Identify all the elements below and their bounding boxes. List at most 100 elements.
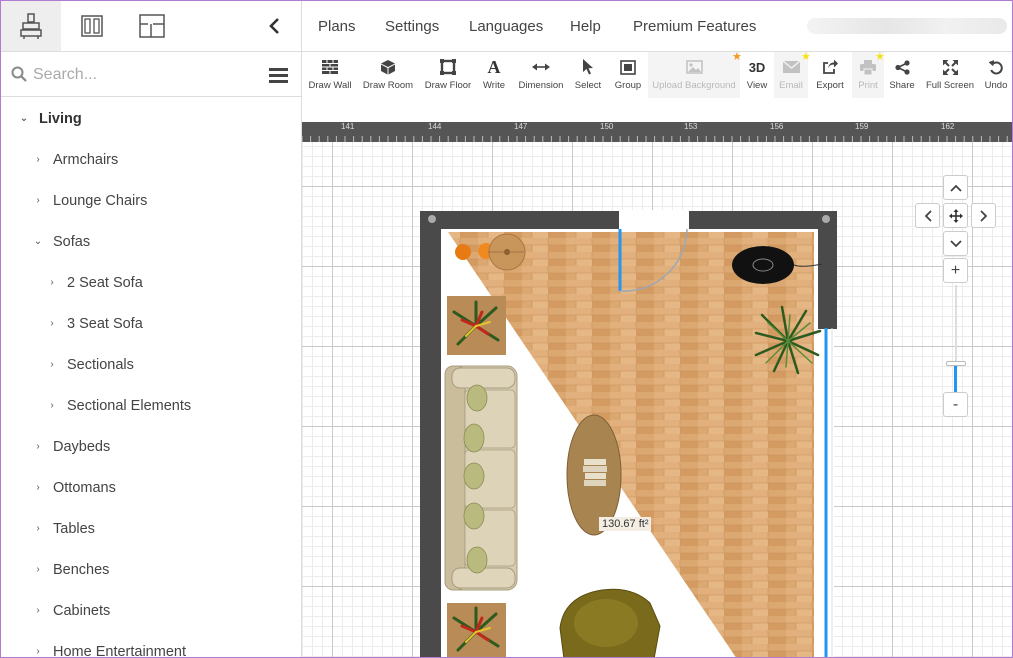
- dimension-icon: [532, 63, 550, 71]
- zoom-out-button[interactable]: -: [943, 392, 968, 417]
- floorplan-canvas[interactable]: 141 144 147 150 153 156 159 162 130.67 f…: [302, 98, 1012, 658]
- zoom-slider-handle[interactable]: [946, 361, 966, 366]
- planter-bottom[interactable]: [447, 603, 506, 658]
- search-input[interactable]: [33, 62, 253, 88]
- category-label: 3 Seat Sofa: [67, 315, 143, 332]
- menu-premium-features[interactable]: Premium Features: [633, 1, 756, 52]
- planter-top[interactable]: [447, 296, 506, 355]
- 3d-view-button[interactable]: 3D View: [742, 52, 772, 98]
- category-sofas[interactable]: ⌄ Sofas: [31, 221, 90, 262]
- menu-settings[interactable]: Settings: [385, 1, 439, 52]
- zoom-slider-fill: [954, 365, 957, 392]
- chevron-right-icon: ›: [36, 195, 40, 206]
- chevron-up-icon: [949, 184, 962, 192]
- category-home-entertainment[interactable]: › Home Entertainment: [31, 631, 186, 658]
- pan-left-button[interactable]: [915, 203, 940, 228]
- full-screen-button[interactable]: Full Screen: [926, 52, 974, 98]
- menu-languages[interactable]: Languages: [469, 1, 543, 52]
- group-icon: [620, 59, 636, 75]
- tool-label: Undo: [984, 80, 1008, 91]
- right-wall[interactable]: [818, 211, 837, 329]
- chevron-right-icon: ›: [36, 523, 40, 534]
- left-wall[interactable]: [420, 211, 441, 658]
- share-button[interactable]: Share: [888, 52, 916, 98]
- select-button[interactable]: Select: [574, 52, 602, 98]
- share-icon: [894, 59, 910, 75]
- category-living[interactable]: ⌄ Living: [17, 98, 82, 139]
- pan-center-button[interactable]: [943, 203, 968, 228]
- tool-label: Draw Wall: [308, 80, 352, 91]
- category-label: Sectional Elements: [67, 397, 192, 414]
- chevron-right-icon: ›: [36, 605, 40, 616]
- top-menu: Plans Settings Languages Help Premium Fe…: [302, 1, 1012, 52]
- email-icon: [782, 61, 800, 73]
- search-icon: [11, 66, 27, 82]
- cube-icon: [381, 60, 395, 75]
- draw-floor-button[interactable]: Draw Floor: [423, 52, 473, 98]
- category-label: Sofas: [53, 233, 91, 250]
- write-button[interactable]: A Write: [480, 52, 508, 98]
- pan-up-button[interactable]: [943, 175, 968, 200]
- category-ottomans[interactable]: › Ottomans: [31, 467, 116, 508]
- undo-button[interactable]: Undo: [982, 52, 1010, 98]
- collapse-sidebar-button[interactable]: [261, 13, 287, 39]
- category-armchairs[interactable]: › Armchairs: [31, 139, 118, 180]
- category-2-seat-sofa[interactable]: › 2 Seat Sofa: [45, 262, 143, 303]
- category-lounge-chairs[interactable]: › Lounge Chairs: [31, 180, 147, 221]
- 3d-icon: 3D: [748, 59, 766, 75]
- zoom-in-button[interactable]: +: [943, 258, 968, 283]
- zoom-slider[interactable]: [946, 285, 966, 392]
- hamburger-menu-icon[interactable]: [269, 68, 289, 84]
- draw-room-button[interactable]: Draw Room: [362, 52, 414, 98]
- email-button[interactable]: ★ Email: [774, 51, 811, 98]
- group-button[interactable]: Group: [612, 52, 644, 98]
- floorplan-tab[interactable]: [122, 1, 182, 51]
- category-label: Benches: [53, 561, 110, 578]
- category-label: Daybeds: [53, 438, 111, 455]
- pan-right-button[interactable]: [971, 203, 996, 228]
- tool-label: Share: [889, 80, 915, 91]
- print-button[interactable]: ★ Print: [852, 52, 885, 98]
- pan-down-button[interactable]: [943, 231, 968, 256]
- sidebar: ⌄ Living › Armchairs › Lounge Chairs ⌄ Sofas…: [1, 1, 302, 658]
- tool-label: Upload Background: [652, 80, 736, 91]
- undo-icon: [988, 59, 1003, 74]
- chevron-down-icon: ⌄: [33, 236, 43, 247]
- chevron-down-icon: [949, 239, 962, 247]
- menu-help[interactable]: Help: [570, 1, 601, 52]
- doors-tab[interactable]: [62, 1, 122, 51]
- draw-wall-button[interactable]: Draw Wall: [308, 52, 352, 98]
- tool-label: Group: [614, 80, 642, 91]
- category-daybeds[interactable]: › Daybeds: [31, 426, 110, 467]
- zoom-out-icon: -: [952, 395, 959, 413]
- image-icon: [685, 60, 703, 74]
- category-label: Tables: [53, 520, 95, 537]
- sofa[interactable]: [444, 365, 518, 591]
- category-sectionals[interactable]: › Sectionals: [45, 344, 134, 385]
- floorplan-icon: [139, 14, 165, 38]
- category-sectional-elements[interactable]: › Sectional Elements: [45, 385, 191, 426]
- export-button[interactable]: Export: [813, 52, 847, 98]
- category-label: Living: [39, 110, 82, 127]
- tool-label: Export: [816, 80, 844, 91]
- toolbar: Draw Wall Draw Room Draw Floor A Write D…: [302, 51, 1012, 98]
- furniture-icon: [20, 13, 42, 39]
- tool-label: Print: [858, 80, 878, 91]
- upload-background-button[interactable]: ★ Upload Background: [648, 52, 742, 98]
- category-label: 2 Seat Sofa: [67, 274, 143, 291]
- furniture-tab[interactable]: [1, 1, 61, 51]
- category-cabinets[interactable]: › Cabinets: [31, 590, 110, 631]
- category-label: Home Entertainment: [53, 643, 186, 658]
- category-tables[interactable]: › Tables: [31, 508, 95, 549]
- chevron-right-icon: ›: [50, 277, 54, 288]
- export-icon: [823, 59, 838, 74]
- premium-star-icon: ★: [801, 51, 811, 63]
- move-icon: [948, 208, 963, 223]
- floor-icon: [440, 59, 456, 75]
- menu-plans[interactable]: Plans: [318, 1, 356, 52]
- dimension-button[interactable]: Dimension: [517, 52, 565, 98]
- tool-label: Draw Floor: [424, 80, 472, 91]
- category-3-seat-sofa[interactable]: › 3 Seat Sofa: [45, 303, 143, 344]
- category-benches[interactable]: › Benches: [31, 549, 109, 590]
- wall-icon: [322, 60, 338, 74]
